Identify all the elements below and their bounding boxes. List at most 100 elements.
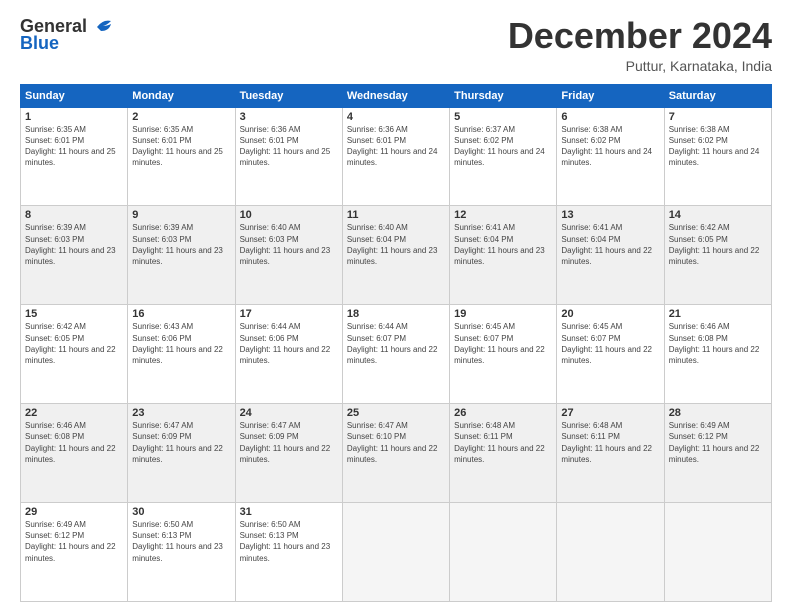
day-number: 24 — [240, 407, 338, 419]
day-number: 2 — [132, 111, 230, 123]
main-container: General Blue December 2024 Puttur, Karna… — [0, 0, 792, 612]
day-info: Sunrise: 6:38 AM Sunset: 6:02 PM Dayligh… — [669, 124, 767, 169]
calendar-week-row: 8 Sunrise: 6:39 AM Sunset: 6:03 PM Dayli… — [21, 206, 772, 305]
day-cell-5: 5 Sunrise: 6:37 AM Sunset: 6:02 PM Dayli… — [450, 107, 557, 206]
day-cell-3: 3 Sunrise: 6:36 AM Sunset: 6:01 PM Dayli… — [235, 107, 342, 206]
day-info: Sunrise: 6:49 AM Sunset: 6:12 PM Dayligh… — [25, 519, 123, 564]
weekday-header-row: Sunday Monday Tuesday Wednesday Thursday… — [21, 84, 772, 107]
day-info: Sunrise: 6:46 AM Sunset: 6:08 PM Dayligh… — [669, 321, 767, 366]
day-number: 16 — [132, 308, 230, 320]
day-info: Sunrise: 6:46 AM Sunset: 6:08 PM Dayligh… — [25, 420, 123, 465]
day-number: 11 — [347, 209, 445, 221]
calendar-week-row: 22 Sunrise: 6:46 AM Sunset: 6:08 PM Dayl… — [21, 404, 772, 503]
title-section: December 2024 Puttur, Karnataka, India — [508, 16, 772, 74]
day-number: 6 — [561, 111, 659, 123]
day-number: 5 — [454, 111, 552, 123]
day-number: 4 — [347, 111, 445, 123]
day-number: 10 — [240, 209, 338, 221]
day-number: 19 — [454, 308, 552, 320]
day-cell-22: 22 Sunrise: 6:46 AM Sunset: 6:08 PM Dayl… — [21, 404, 128, 503]
header-thursday: Thursday — [450, 84, 557, 107]
day-cell-29: 29 Sunrise: 6:49 AM Sunset: 6:12 PM Dayl… — [21, 503, 128, 602]
header: General Blue December 2024 Puttur, Karna… — [20, 16, 772, 74]
day-number: 28 — [669, 407, 767, 419]
day-info: Sunrise: 6:38 AM Sunset: 6:02 PM Dayligh… — [561, 124, 659, 169]
day-number: 22 — [25, 407, 123, 419]
day-info: Sunrise: 6:41 AM Sunset: 6:04 PM Dayligh… — [561, 222, 659, 267]
day-number: 31 — [240, 506, 338, 518]
logo: General Blue — [20, 16, 115, 54]
header-tuesday: Tuesday — [235, 84, 342, 107]
day-cell-12: 12 Sunrise: 6:41 AM Sunset: 6:04 PM Dayl… — [450, 206, 557, 305]
day-info: Sunrise: 6:41 AM Sunset: 6:04 PM Dayligh… — [454, 222, 552, 267]
day-number: 23 — [132, 407, 230, 419]
location: Puttur, Karnataka, India — [508, 58, 772, 74]
day-number: 14 — [669, 209, 767, 221]
empty-cell — [664, 503, 771, 602]
month-title: December 2024 — [508, 16, 772, 56]
day-number: 21 — [669, 308, 767, 320]
empty-cell — [557, 503, 664, 602]
day-cell-4: 4 Sunrise: 6:36 AM Sunset: 6:01 PM Dayli… — [342, 107, 449, 206]
day-number: 15 — [25, 308, 123, 320]
day-info: Sunrise: 6:40 AM Sunset: 6:04 PM Dayligh… — [347, 222, 445, 267]
day-info: Sunrise: 6:42 AM Sunset: 6:05 PM Dayligh… — [25, 321, 123, 366]
day-number: 1 — [25, 111, 123, 123]
calendar-week-row: 29 Sunrise: 6:49 AM Sunset: 6:12 PM Dayl… — [21, 503, 772, 602]
header-sunday: Sunday — [21, 84, 128, 107]
day-info: Sunrise: 6:47 AM Sunset: 6:09 PM Dayligh… — [132, 420, 230, 465]
day-cell-18: 18 Sunrise: 6:44 AM Sunset: 6:07 PM Dayl… — [342, 305, 449, 404]
day-info: Sunrise: 6:40 AM Sunset: 6:03 PM Dayligh… — [240, 222, 338, 267]
day-info: Sunrise: 6:50 AM Sunset: 6:13 PM Dayligh… — [240, 519, 338, 564]
day-info: Sunrise: 6:39 AM Sunset: 6:03 PM Dayligh… — [132, 222, 230, 267]
day-number: 26 — [454, 407, 552, 419]
day-cell-9: 9 Sunrise: 6:39 AM Sunset: 6:03 PM Dayli… — [128, 206, 235, 305]
day-number: 18 — [347, 308, 445, 320]
logo-bird-icon — [89, 17, 115, 37]
day-cell-25: 25 Sunrise: 6:47 AM Sunset: 6:10 PM Dayl… — [342, 404, 449, 503]
day-info: Sunrise: 6:47 AM Sunset: 6:10 PM Dayligh… — [347, 420, 445, 465]
day-cell-11: 11 Sunrise: 6:40 AM Sunset: 6:04 PM Dayl… — [342, 206, 449, 305]
day-info: Sunrise: 6:36 AM Sunset: 6:01 PM Dayligh… — [347, 124, 445, 169]
day-cell-7: 7 Sunrise: 6:38 AM Sunset: 6:02 PM Dayli… — [664, 107, 771, 206]
day-cell-13: 13 Sunrise: 6:41 AM Sunset: 6:04 PM Dayl… — [557, 206, 664, 305]
day-cell-21: 21 Sunrise: 6:46 AM Sunset: 6:08 PM Dayl… — [664, 305, 771, 404]
day-info: Sunrise: 6:39 AM Sunset: 6:03 PM Dayligh… — [25, 222, 123, 267]
day-cell-1: 1 Sunrise: 6:35 AM Sunset: 6:01 PM Dayli… — [21, 107, 128, 206]
day-cell-14: 14 Sunrise: 6:42 AM Sunset: 6:05 PM Dayl… — [664, 206, 771, 305]
day-cell-30: 30 Sunrise: 6:50 AM Sunset: 6:13 PM Dayl… — [128, 503, 235, 602]
calendar-week-row: 1 Sunrise: 6:35 AM Sunset: 6:01 PM Dayli… — [21, 107, 772, 206]
day-cell-15: 15 Sunrise: 6:42 AM Sunset: 6:05 PM Dayl… — [21, 305, 128, 404]
day-cell-8: 8 Sunrise: 6:39 AM Sunset: 6:03 PM Dayli… — [21, 206, 128, 305]
day-cell-28: 28 Sunrise: 6:49 AM Sunset: 6:12 PM Dayl… — [664, 404, 771, 503]
header-saturday: Saturday — [664, 84, 771, 107]
day-cell-24: 24 Sunrise: 6:47 AM Sunset: 6:09 PM Dayl… — [235, 404, 342, 503]
header-wednesday: Wednesday — [342, 84, 449, 107]
empty-cell — [342, 503, 449, 602]
day-number: 12 — [454, 209, 552, 221]
day-number: 9 — [132, 209, 230, 221]
day-number: 27 — [561, 407, 659, 419]
day-cell-17: 17 Sunrise: 6:44 AM Sunset: 6:06 PM Dayl… — [235, 305, 342, 404]
header-friday: Friday — [557, 84, 664, 107]
day-number: 17 — [240, 308, 338, 320]
day-number: 20 — [561, 308, 659, 320]
day-info: Sunrise: 6:35 AM Sunset: 6:01 PM Dayligh… — [25, 124, 123, 169]
day-cell-6: 6 Sunrise: 6:38 AM Sunset: 6:02 PM Dayli… — [557, 107, 664, 206]
day-info: Sunrise: 6:44 AM Sunset: 6:06 PM Dayligh… — [240, 321, 338, 366]
day-info: Sunrise: 6:35 AM Sunset: 6:01 PM Dayligh… — [132, 124, 230, 169]
day-cell-10: 10 Sunrise: 6:40 AM Sunset: 6:03 PM Dayl… — [235, 206, 342, 305]
day-number: 30 — [132, 506, 230, 518]
day-info: Sunrise: 6:48 AM Sunset: 6:11 PM Dayligh… — [561, 420, 659, 465]
header-monday: Monday — [128, 84, 235, 107]
day-number: 29 — [25, 506, 123, 518]
day-cell-27: 27 Sunrise: 6:48 AM Sunset: 6:11 PM Dayl… — [557, 404, 664, 503]
day-info: Sunrise: 6:48 AM Sunset: 6:11 PM Dayligh… — [454, 420, 552, 465]
day-number: 8 — [25, 209, 123, 221]
day-info: Sunrise: 6:47 AM Sunset: 6:09 PM Dayligh… — [240, 420, 338, 465]
day-info: Sunrise: 6:36 AM Sunset: 6:01 PM Dayligh… — [240, 124, 338, 169]
day-cell-19: 19 Sunrise: 6:45 AM Sunset: 6:07 PM Dayl… — [450, 305, 557, 404]
day-info: Sunrise: 6:44 AM Sunset: 6:07 PM Dayligh… — [347, 321, 445, 366]
day-info: Sunrise: 6:43 AM Sunset: 6:06 PM Dayligh… — [132, 321, 230, 366]
day-cell-16: 16 Sunrise: 6:43 AM Sunset: 6:06 PM Dayl… — [128, 305, 235, 404]
